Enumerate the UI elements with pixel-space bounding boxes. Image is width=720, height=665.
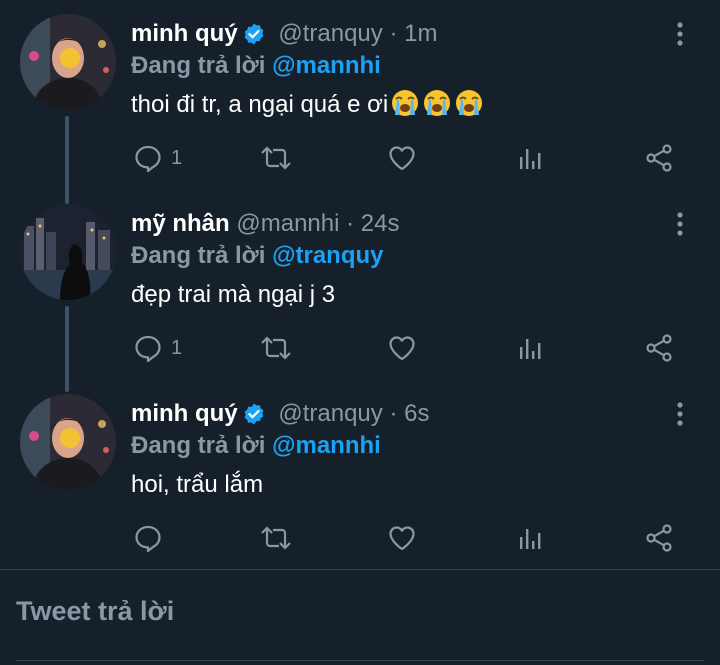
reply-compose-input[interactable]: Tweet trả lời bbox=[16, 596, 174, 627]
tweet-text-content: thoi đi tr, a ngại quá e ơi bbox=[131, 91, 389, 118]
reply-icon bbox=[133, 523, 163, 553]
retweet-button[interactable] bbox=[259, 518, 293, 558]
loudly-crying-face-icon bbox=[422, 88, 452, 128]
mention-link[interactable]: @mannhi bbox=[272, 52, 381, 79]
retweet-icon bbox=[259, 333, 293, 363]
analytics-button[interactable] bbox=[517, 138, 545, 178]
tweet-text: thoi đi tr, a ngại quá e ơi bbox=[131, 88, 484, 128]
more-options-icon[interactable] bbox=[670, 400, 690, 428]
share-button[interactable] bbox=[644, 138, 674, 178]
analytics-button[interactable] bbox=[517, 328, 545, 368]
reply-button[interactable]: 1 bbox=[133, 138, 182, 178]
tweet-actions: 1 bbox=[131, 328, 691, 368]
tweet-header: mỹ nhân @mannhi · 24s bbox=[131, 208, 399, 240]
reply-count: 1 bbox=[171, 336, 183, 359]
retweet-icon bbox=[259, 143, 293, 173]
heart-icon bbox=[387, 333, 417, 363]
separator-dot: · bbox=[389, 400, 398, 427]
analytics-icon bbox=[517, 333, 545, 363]
reply-button[interactable] bbox=[133, 518, 171, 558]
reply-icon bbox=[133, 333, 163, 363]
share-icon bbox=[644, 523, 674, 553]
tweet-text-content: hoi, trẩu lắm bbox=[131, 471, 264, 498]
timestamp[interactable]: 6s bbox=[404, 400, 429, 427]
reply-icon bbox=[133, 143, 163, 173]
share-button[interactable] bbox=[644, 518, 674, 558]
avatar[interactable] bbox=[20, 204, 116, 300]
replying-to: Đang trả lời @mannhi bbox=[131, 50, 381, 82]
compose-underline bbox=[16, 660, 704, 661]
compose-divider bbox=[0, 569, 720, 570]
like-button[interactable] bbox=[387, 328, 417, 368]
tweet-text: đẹp trai mà ngại j 3 bbox=[131, 278, 335, 312]
share-button[interactable] bbox=[644, 328, 674, 368]
timestamp[interactable]: 24s bbox=[361, 210, 400, 237]
timestamp[interactable]: 1m bbox=[404, 20, 437, 47]
heart-icon bbox=[387, 143, 417, 173]
mention-link[interactable]: @tranquy bbox=[272, 242, 383, 269]
loudly-crying-face-icon bbox=[454, 88, 484, 128]
loudly-crying-face-icon bbox=[390, 88, 420, 128]
tweet-text-content: đẹp trai mà ngại j 3 bbox=[131, 281, 336, 308]
more-options-icon[interactable] bbox=[670, 20, 690, 48]
tweet[interactable]: minh quý @tranquy · 6s Đang trả lời @man… bbox=[0, 380, 720, 570]
display-name[interactable]: minh quý bbox=[131, 400, 238, 427]
username[interactable]: @mannhi bbox=[236, 210, 339, 237]
tweet-text: hoi, trẩu lắm bbox=[131, 468, 263, 502]
like-button[interactable] bbox=[387, 138, 417, 178]
replying-to: Đang trả lời @mannhi bbox=[131, 430, 381, 462]
tweet-actions bbox=[131, 518, 691, 558]
retweet-icon bbox=[259, 523, 293, 553]
avatar[interactable] bbox=[20, 394, 116, 490]
more-options-icon[interactable] bbox=[670, 210, 690, 238]
analytics-button[interactable] bbox=[517, 518, 545, 558]
analytics-icon bbox=[517, 523, 545, 553]
tweet[interactable]: mỹ nhân @mannhi · 24s Đang trả lời @tran… bbox=[0, 190, 720, 380]
separator-dot: · bbox=[389, 20, 398, 47]
retweet-button[interactable] bbox=[259, 138, 293, 178]
display-name[interactable]: mỹ nhân bbox=[131, 210, 230, 237]
reply-count: 1 bbox=[171, 146, 183, 169]
username[interactable]: @tranquy bbox=[278, 20, 382, 47]
display-name[interactable]: minh quý bbox=[131, 20, 238, 47]
tweet-actions: 1 bbox=[131, 138, 691, 178]
username[interactable]: @tranquy bbox=[278, 400, 382, 427]
analytics-icon bbox=[517, 143, 545, 173]
like-button[interactable] bbox=[387, 518, 417, 558]
separator-dot: · bbox=[346, 210, 355, 237]
share-icon bbox=[644, 143, 674, 173]
replying-to: Đang trả lời @tranquy bbox=[131, 240, 384, 272]
heart-icon bbox=[387, 523, 417, 553]
retweet-button[interactable] bbox=[259, 328, 293, 368]
reply-placeholder: Tweet trả lời bbox=[16, 596, 175, 626]
replying-label: Đang trả lời bbox=[131, 242, 266, 269]
replying-label: Đang trả lời bbox=[131, 52, 266, 79]
mention-link[interactable]: @mannhi bbox=[272, 432, 381, 459]
tweet[interactable]: minh quý @tranquy · 1m Đang trả lời @man… bbox=[0, 0, 720, 200]
reply-button[interactable]: 1 bbox=[133, 328, 182, 368]
share-icon bbox=[644, 333, 674, 363]
replying-label: Đang trả lời bbox=[131, 432, 266, 459]
avatar[interactable] bbox=[20, 14, 116, 110]
